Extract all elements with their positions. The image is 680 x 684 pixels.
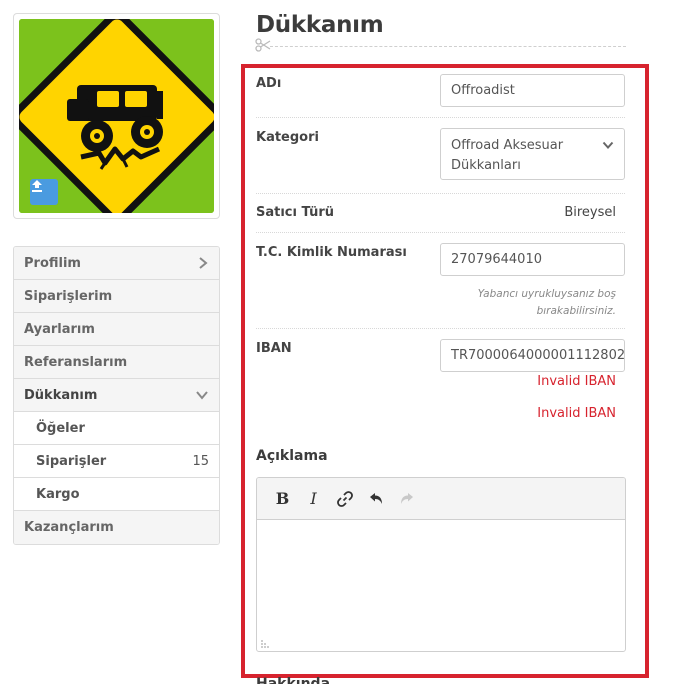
sidebar-item-label: Öğeler [36, 420, 85, 436]
chevron-down-icon [196, 391, 208, 400]
account-sidebar-menu: Profilim Siparişlerim Ayarlarım Referans… [13, 246, 220, 545]
shop-name-label: ADı [256, 76, 282, 91]
redo-button[interactable] [391, 484, 422, 514]
seller-type-label: Satıcı Türü [256, 205, 335, 220]
undo-icon [369, 492, 382, 504]
iban-input[interactable]: TR700006400000111280292 [440, 339, 625, 372]
chevron-down-icon [602, 141, 614, 149]
row-divider [256, 232, 625, 233]
sidebar-item-profilim[interactable]: Profilim [14, 247, 219, 280]
iban-label: IBAN [256, 341, 292, 356]
sidebar-item-label: Dükkanım [24, 387, 98, 403]
sidebar-subitem-siparisler[interactable]: Siparişler 15 [14, 445, 219, 478]
sidebar-item-label: Ayarlarım [24, 321, 95, 337]
link-button[interactable] [329, 484, 360, 514]
category-label: Kategori [256, 130, 319, 145]
undo-button[interactable] [360, 484, 391, 514]
tc-id-label: T.C. Kimlik Numarası [256, 245, 407, 260]
sidebar-item-label: Kargo [36, 486, 80, 502]
seller-type-value: Bireysel [564, 205, 616, 220]
bold-button[interactable]: B [267, 484, 298, 514]
italic-button[interactable]: I [298, 484, 329, 514]
link-icon [336, 490, 353, 507]
row-divider [256, 117, 625, 118]
iban-error-message: Invalid IBAN [537, 406, 616, 421]
sidebar-item-label: Profilim [24, 255, 81, 271]
shop-avatar-card [13, 13, 220, 219]
sidebar-item-label: Referanslarım [24, 354, 128, 370]
title-divider [270, 46, 626, 47]
row-divider [256, 328, 625, 329]
orders-count-badge: 15 [192, 453, 209, 469]
description-label: Açıklama [256, 448, 328, 464]
sidebar-item-label: Siparişler [36, 453, 107, 469]
editor-toolbar: B I [257, 478, 625, 520]
scissors-icon [255, 38, 271, 52]
about-section-label: Hakkında [256, 676, 331, 684]
sidebar-item-referanslarim[interactable]: Referanslarım [14, 346, 219, 379]
sidebar-item-kazanclarim[interactable]: Kazançlarım [14, 511, 219, 544]
tc-id-input[interactable]: 27079644010 [440, 243, 625, 276]
shop-name-input[interactable]: Offroadist [440, 74, 625, 107]
tc-id-hint: Yabancı uyrukluysanız boş bırakabilirsin… [477, 288, 616, 317]
chevron-right-icon [199, 257, 208, 269]
category-selected-value: Offroad Aksesuar Dükkanları [451, 138, 564, 173]
row-divider [256, 193, 625, 194]
sidebar-subitem-kargo[interactable]: Kargo [14, 478, 219, 511]
redo-icon [400, 492, 413, 504]
iban-error-message: Invalid IBAN [537, 374, 616, 389]
page-title: Dükkanım [256, 12, 384, 38]
sidebar-item-siparislerim[interactable]: Siparişlerim [14, 280, 219, 313]
upload-photo-button[interactable] [30, 179, 58, 205]
upload-icon [32, 180, 42, 192]
description-textarea[interactable] [257, 520, 625, 651]
shop-avatar-image [19, 19, 214, 213]
sidebar-item-label: Siparişlerim [24, 288, 113, 304]
description-editor: B I [256, 477, 626, 652]
sidebar-subitem-ogeler[interactable]: Öğeler [14, 412, 219, 445]
resize-grip-icon[interactable] [260, 639, 270, 649]
category-select[interactable]: Offroad Aksesuar Dükkanları [440, 128, 625, 180]
sidebar-item-ayarlarim[interactable]: Ayarlarım [14, 313, 219, 346]
sidebar-item-dukkanim[interactable]: Dükkanım [14, 379, 219, 412]
sidebar-item-label: Kazançlarım [24, 520, 114, 535]
